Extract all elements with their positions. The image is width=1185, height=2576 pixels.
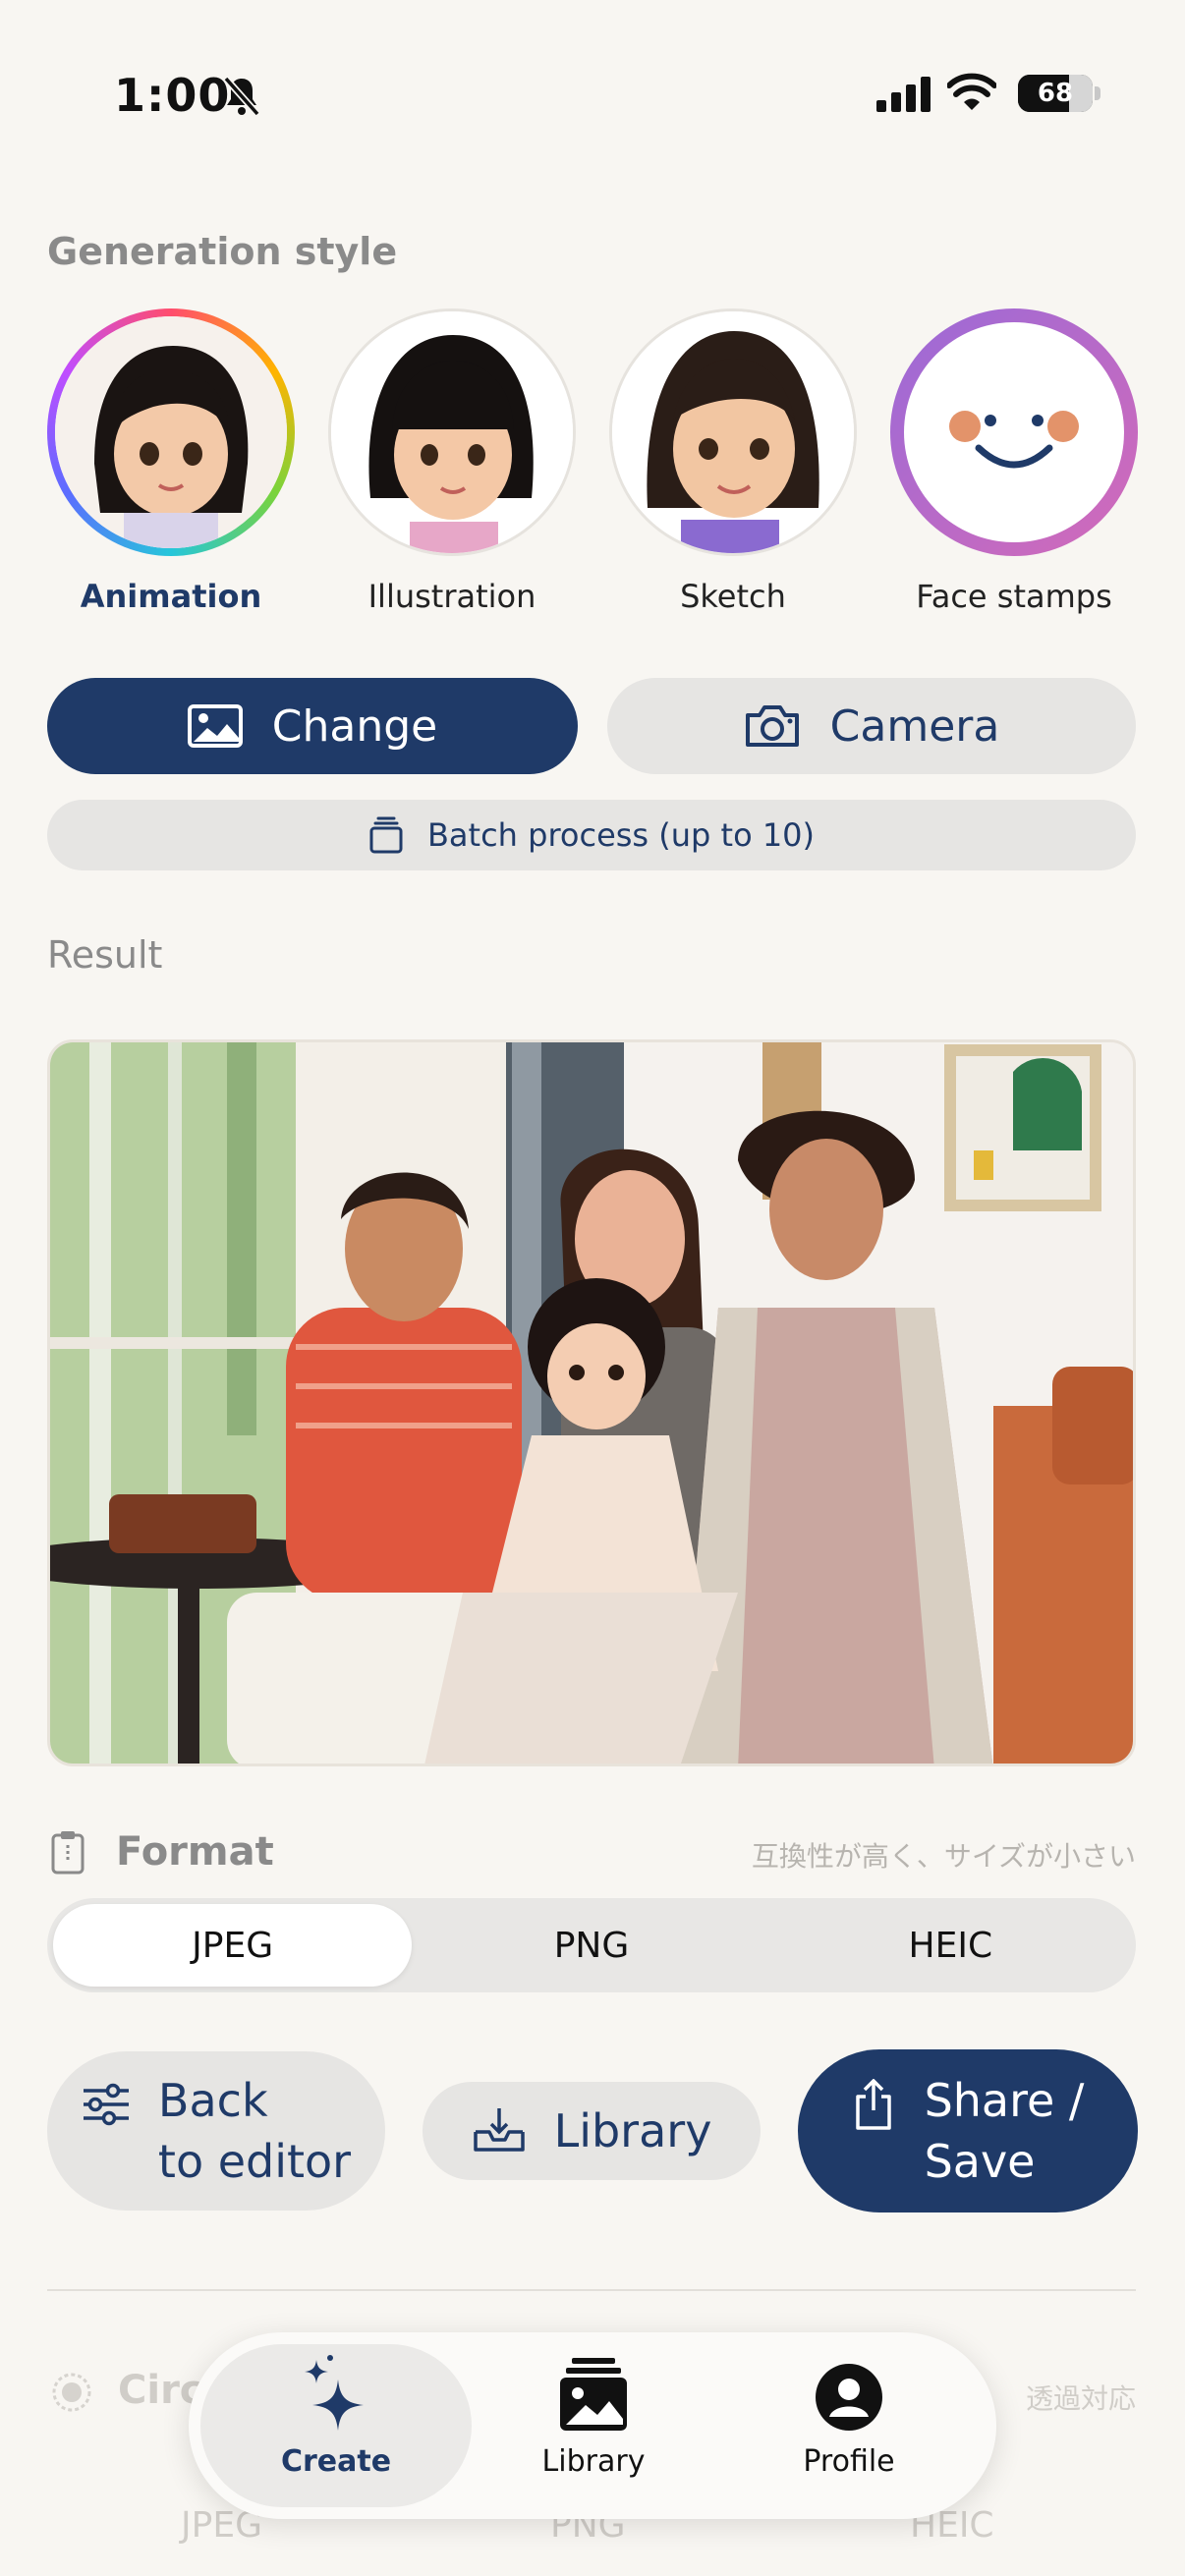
style-option-sketch[interactable]: Sketch [609,308,857,615]
camera-button[interactable]: Camera [607,678,1136,774]
style-option-face-stamps[interactable]: Face stamps [890,308,1138,615]
tab-profile-label: Profile [803,2444,895,2479]
share-save-button[interactable]: Share / Save [798,2049,1138,2212]
change-button[interactable]: Change [47,678,578,774]
style-option-illustration[interactable]: Illustration [328,308,576,615]
save-to-library-button[interactable]: Library [423,2082,761,2180]
share-label-line2: Save [924,2135,1036,2188]
format-segmented-control: JPEG PNG HEIC [47,1898,1136,1992]
battery-icon: 68 [1018,75,1093,112]
animation-style-thumbnail [55,316,287,548]
smiley-face-icon [949,411,1079,469]
person-circle-icon [713,2344,985,2433]
result-image[interactable] [47,1039,1136,1766]
format-hint: 互換性が高く、サイズが小さい [751,1840,1136,1873]
sparkles-icon [200,2344,472,2433]
batch-process-label: Batch process (up to 10) [426,816,816,854]
library-button-label: Library [553,2104,712,2157]
share-icon [852,2079,895,2132]
bell-muted-icon [222,75,261,122]
format-label: Format [116,1829,274,1875]
back-to-editor-button[interactable]: Back to editor [47,2051,385,2211]
share-label-line1: Share / [924,2074,1085,2127]
cellular-signal-icon [876,77,931,116]
status-time: 1:00 [114,69,231,122]
batch-process-button[interactable]: Batch process (up to 10) [47,800,1136,870]
style-label-face-stamps: Face stamps [916,578,1112,615]
tab-create-label: Create [280,2444,392,2479]
tab-bar: Create Library Profile [189,2332,996,2519]
tab-profile[interactable]: Profile [713,2344,985,2507]
tab-library-label: Library [541,2444,646,2479]
photo-icon [187,704,243,748]
wifi-icon [946,73,997,116]
tab-create[interactable]: Create [200,2344,472,2507]
format-option-heic[interactable]: HEIC [771,1904,1130,1987]
style-label-animation: Animation [80,578,262,615]
back-label-line2: to editor [157,2135,352,2188]
camera-button-label: Camera [829,700,1000,752]
transparency-hint: 透過対応 [1025,2382,1136,2415]
style-label-sketch: Sketch [680,578,786,615]
sliders-icon [82,2083,131,2126]
battery-level: 68 [1037,79,1074,108]
tab-library[interactable]: Library [458,2344,729,2507]
style-option-animation[interactable]: Animation [47,308,295,615]
format-icon [51,1829,85,1878]
sketch-style-thumbnail [612,311,854,553]
tray-download-icon [472,2106,527,2156]
format-option-png[interactable]: PNG [412,1904,770,1987]
generation-style-label: Generation style [47,230,398,273]
change-button-label: Change [271,700,438,752]
back-label-line1: Back [157,2074,268,2127]
photo-stack-icon [458,2344,729,2433]
result-label: Result [47,933,163,977]
stack-icon [368,816,404,854]
format-option-jpeg[interactable]: JPEG [53,1904,413,1987]
style-label-illustration: Illustration [367,578,536,615]
illustration-style-thumbnail [331,311,573,553]
camera-icon [744,703,801,749]
section-divider [47,2289,1136,2291]
circle-option-icon [51,2372,92,2417]
